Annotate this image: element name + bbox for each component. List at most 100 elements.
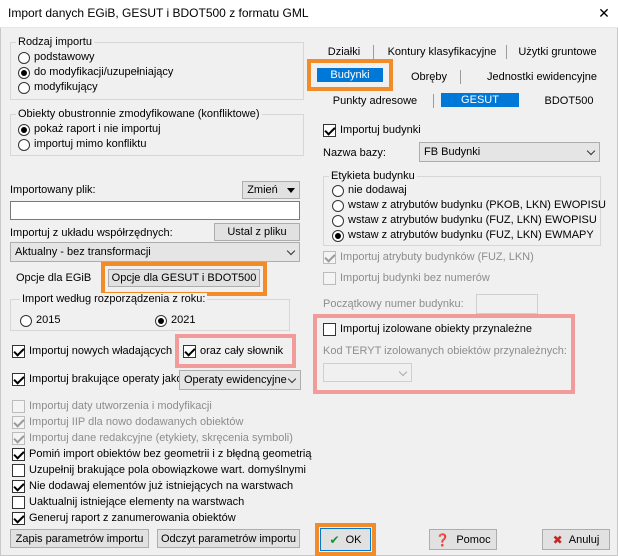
radio-circle[interactable] (332, 199, 344, 212)
check-editorial[interactable]: Importuj dane redakcyjne (etykiety, skrę… (12, 432, 293, 445)
file-label: Importowany plik: (10, 184, 96, 196)
radio-import-modify[interactable]: modyfikujący (18, 81, 98, 94)
radio-circle[interactable] (18, 138, 30, 151)
gesut-options-button[interactable]: Opcje dla GESUT i BDOT500 (108, 269, 260, 287)
radio-circle[interactable] (332, 214, 344, 227)
checkbox[interactable] (183, 345, 196, 358)
radio-label-fuz-ewopisu[interactable]: wstaw z atrybutów budynku (FUZ, LKN) EWO… (332, 214, 597, 227)
coords-label: Importuj z układu współrzędnych: (10, 227, 173, 239)
read-params-button[interactable]: Odczyt parametrów importu (157, 529, 300, 548)
ok-button[interactable]: ✔ OK (320, 528, 371, 551)
radio-conflict-report[interactable]: pokaż raport i nie importuj (18, 123, 161, 136)
tab-obreby[interactable]: Obręby (405, 70, 453, 84)
tab-separator (506, 45, 507, 59)
building-label-legend: Etykieta budynku (329, 170, 417, 183)
tab-uzytki[interactable]: Użytki gruntowe (510, 45, 605, 59)
change-file-button[interactable]: Zmień (242, 181, 300, 199)
tab-bdot500[interactable]: BDOT500 (538, 94, 600, 108)
coords-select-value: Aktualny - bez transformacji (15, 246, 151, 258)
tab-separator (433, 94, 434, 108)
start-number-label: Początkowy numer budynku: (323, 298, 464, 310)
check-update-existing[interactable]: Uaktualnij istniejące elementy na warstw… (12, 496, 244, 509)
cancel-button[interactable]: ✖ Anuluj (542, 529, 610, 550)
checkbox[interactable] (12, 373, 25, 386)
save-params-button[interactable]: Zapis parametrów importu (10, 529, 149, 548)
chevron-down-icon (586, 146, 596, 156)
teryt-select[interactable] (323, 363, 412, 382)
import-type-legend: Rodzaj importu (16, 36, 94, 49)
radio-circle[interactable] (18, 66, 30, 79)
db-name-label: Nazwa bazy: (323, 147, 386, 159)
check-buildings-no-numbers[interactable]: Importuj budynki bez numerów (323, 272, 490, 285)
check-report[interactable]: Generuj raport z zanumerowania obiektów (12, 512, 236, 525)
tab-kontury[interactable]: Kontury klasyfikacyjne (382, 45, 502, 59)
checkbox[interactable] (323, 124, 336, 137)
radio-conflict-import[interactable]: importuj mimo konfliktu (18, 138, 146, 151)
check-import-owners[interactable]: Importuj nowych władających (12, 345, 172, 358)
missing-ops-select[interactable]: Operaty ewidencyjne (179, 370, 301, 390)
tab-jednostki[interactable]: Jednostki ewidencyjne (482, 70, 602, 84)
set-from-file-button[interactable]: Ustal z pliku (214, 223, 300, 241)
radio-regulation-2021[interactable]: 2021 (155, 314, 195, 327)
check-skip-geometry[interactable]: Pomiń import obiektów bez geometrii i z … (12, 448, 311, 461)
title-bar: Import danych EGiB, GESUT i BDOT500 z fo… (0, 0, 618, 28)
checkbox[interactable] (323, 323, 336, 336)
tab-dzialki[interactable]: Działki (320, 45, 368, 59)
radio-circle[interactable] (155, 314, 167, 327)
radio-import-supplement[interactable]: do modyfikacji/uzupełniający (18, 66, 173, 79)
tab-budynki[interactable]: Budynki (317, 68, 383, 82)
missing-ops-value: Operaty ewidencyjne (184, 374, 287, 386)
checkbox[interactable] (12, 512, 25, 525)
checkbox[interactable] (323, 272, 336, 285)
file-path-input[interactable] (10, 201, 300, 220)
coords-select[interactable]: Aktualny - bez transformacji (10, 242, 300, 262)
radio-circle[interactable] (18, 51, 30, 64)
check-building-attrs[interactable]: Importuj atrybuty budynków (FUZ, LKN) (323, 251, 534, 264)
radio-circle[interactable] (18, 123, 30, 136)
radio-circle[interactable] (332, 184, 344, 197)
check-isolated-objects[interactable]: Importuj izolowane obiekty przynależne (323, 323, 532, 336)
check-missing-ops[interactable]: Importuj brakujące operaty jako (12, 373, 182, 386)
radio-circle[interactable] (332, 229, 344, 242)
conflict-legend: Obiekty obustronnie zmodyfikowane (konfl… (16, 108, 262, 121)
radio-circle[interactable] (18, 81, 30, 94)
ok-label: OK (345, 533, 362, 546)
checkbox[interactable] (323, 251, 336, 264)
radio-label-pkob[interactable]: wstaw z atrybutów budynku (PKOB, LKN) EW… (332, 199, 606, 212)
change-file-label: Zmień (247, 184, 278, 196)
tab-separator (373, 45, 374, 59)
check-no-duplicates[interactable]: Nie dodawaj elementów już istniejących n… (12, 480, 293, 493)
checkbox[interactable] (12, 448, 25, 461)
db-name-value: FB Budynki (424, 146, 481, 158)
help-button[interactable]: ❓ Pomoc (429, 529, 497, 550)
check-iip[interactable]: Importuj IIP dla nowo dodawanych obiektó… (12, 416, 243, 429)
radio-label-fuz-ewmapy[interactable]: wstaw z atrybutów budynku (FUZ, LKN) EWM… (332, 229, 594, 242)
start-number-input[interactable] (476, 294, 538, 314)
checkbox[interactable] (12, 400, 25, 413)
radio-regulation-2015[interactable]: 2015 (20, 314, 60, 327)
db-name-select[interactable]: FB Budynki (419, 142, 600, 162)
close-icon[interactable]: ✕ (594, 3, 614, 23)
tab-punkty-adresowe[interactable]: Punkty adresowe (328, 94, 422, 108)
check-fill-defaults[interactable]: Uzupełnij brakujące pola obowiązkowe war… (12, 464, 306, 477)
tab-gesut[interactable]: GESUT (441, 93, 519, 107)
help-label: Pomoc (456, 533, 491, 546)
checkbox[interactable] (12, 432, 25, 445)
radio-circle[interactable] (20, 314, 32, 327)
help-icon: ❓ (435, 532, 451, 547)
check-import-buildings[interactable]: Importuj budynki (323, 124, 421, 137)
check-dates[interactable]: Importuj daty utworzenia i modyfikacji (12, 400, 212, 413)
egib-options-label: Opcje dla EGiB (16, 272, 92, 284)
regulation-legend: Import według rozporządzenia z roku: (20, 293, 208, 306)
window-title: Import danych EGiB, GESUT i BDOT500 z fo… (8, 6, 309, 20)
checkmark-icon: ✔ (329, 532, 340, 547)
checkbox[interactable] (12, 345, 25, 358)
cancel-label: Anuluj (568, 533, 600, 546)
checkbox[interactable] (12, 496, 25, 509)
checkbox[interactable] (12, 480, 25, 493)
check-dictionary[interactable]: oraz cały słownik (183, 345, 283, 358)
radio-import-basic[interactable]: podstawowy (18, 51, 95, 64)
checkbox[interactable] (12, 416, 25, 429)
radio-label-none[interactable]: nie dodawaj (332, 184, 407, 197)
checkbox[interactable] (12, 464, 25, 477)
